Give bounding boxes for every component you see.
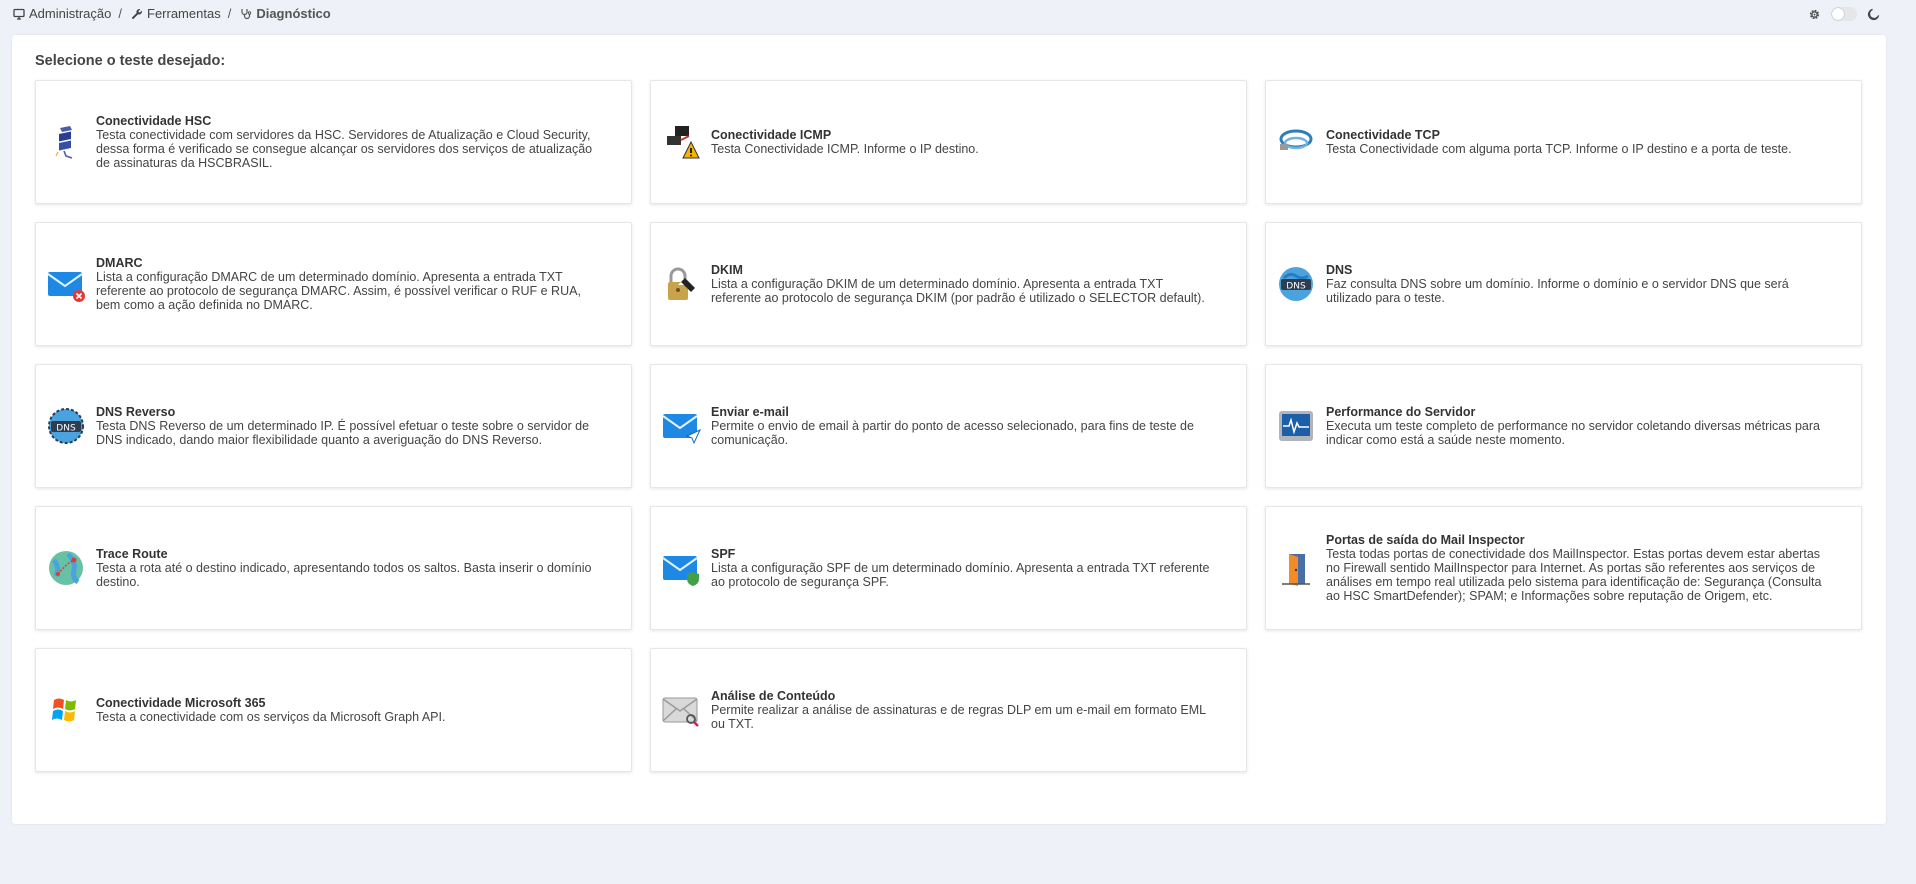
test-description: Testa conectividade com servidores da HS… xyxy=(96,128,593,170)
test-card-dkim[interactable]: DKIM Lista a configuração DKIM de um det… xyxy=(650,222,1247,346)
test-title: DNS xyxy=(1326,263,1353,277)
test-card-enviar-email[interactable]: Enviar e-mail Permite o envio de email à… xyxy=(650,364,1247,488)
breadcrumb-label: Diagnóstico xyxy=(256,6,331,21)
gear-icon[interactable] xyxy=(1808,8,1821,21)
wrench-icon xyxy=(132,8,142,19)
test-title: DKIM xyxy=(711,263,743,277)
test-grid: Conectividade HSC Testa conectividade co… xyxy=(35,80,1862,772)
test-description: Testa DNS Reverso de um determinado IP. … xyxy=(96,419,590,447)
test-description: Permite realizar a análise de assinatura… xyxy=(711,703,1206,731)
breadcrumb-item-diagnostico: Diagnóstico xyxy=(240,6,331,21)
test-card-conectividade-icmp[interactable]: Conectividade ICMP Testa Conectividade I… xyxy=(650,80,1247,204)
test-card-trace-route[interactable]: Trace Route Testa a rota até o destino i… xyxy=(35,506,632,630)
test-title: Portas de saída do Mail Inspector xyxy=(1326,533,1525,547)
mail-search-icon xyxy=(662,697,699,727)
test-card-dns[interactable]: DNS DNS Faz consulta DNS sobre um domíni… xyxy=(1265,222,1862,346)
stethoscope-icon xyxy=(241,8,252,19)
mail-shield-icon xyxy=(662,556,699,586)
test-description: Lista a configuração SPF de um determina… xyxy=(711,561,1210,589)
test-description: Testa Conectividade ICMP. Informe o IP d… xyxy=(711,142,979,156)
test-card-dns-reverso[interactable]: DNS DNS Reverso Testa DNS Reverso de um … xyxy=(35,364,632,488)
test-description: Testa a rota até o destino indicado, apr… xyxy=(96,561,592,589)
server-icon xyxy=(55,126,73,159)
test-card-conectividade-microsoft-365[interactable]: Conectividade Microsoft 365 Testa a cone… xyxy=(35,648,632,772)
windows-logo-icon xyxy=(52,698,76,722)
test-title: Análise de Conteúdo xyxy=(711,689,836,703)
test-title: Conectividade Microsoft 365 xyxy=(96,696,266,710)
cable-icon xyxy=(1279,129,1313,150)
toggle-knob xyxy=(1832,8,1844,20)
moon-icon[interactable] xyxy=(1867,8,1880,21)
top-controls xyxy=(1808,7,1880,21)
breadcrumb-label: Ferramentas xyxy=(147,6,221,21)
monitor-icon xyxy=(13,8,25,20)
test-description: Lista a configuração DMARC de um determi… xyxy=(96,270,581,312)
test-title: Trace Route xyxy=(96,547,168,561)
test-selection-panel: Selecione o teste desejado: Conectividad… xyxy=(12,35,1886,824)
test-description: Permite o envio de email à partir do pon… xyxy=(711,419,1194,447)
breadcrumb: Administração / Ferramentas / Diagnóstic… xyxy=(13,6,331,21)
test-title: Performance do Servidor xyxy=(1326,405,1476,419)
dns-reverse-icon: DNS xyxy=(48,408,84,444)
test-title: Enviar e-mail xyxy=(711,405,789,419)
test-card-dmarc[interactable]: DMARC Lista a configuração DMARC de um d… xyxy=(35,222,632,346)
test-description: Lista a configuração DKIM de um determin… xyxy=(711,277,1205,305)
mail-error-icon xyxy=(47,272,85,302)
breadcrumb-item-administracao[interactable]: Administração xyxy=(13,6,111,21)
test-description: Testa todas portas de conectividade dos … xyxy=(1326,547,1822,603)
test-description: Testa Conectividade com alguma porta TCP… xyxy=(1326,142,1792,156)
svg-text:DNS: DNS xyxy=(1286,281,1306,291)
dns-globe-icon: DNS xyxy=(1279,267,1313,301)
performance-monitor-icon xyxy=(1279,411,1313,441)
test-card-conectividade-tcp[interactable]: Conectividade TCP Testa Conectividade co… xyxy=(1265,80,1862,204)
test-card-performance-servidor[interactable]: Performance do Servidor Executa um teste… xyxy=(1265,364,1862,488)
padlock-pen-icon xyxy=(668,267,695,300)
test-description: Testa a conectividade com os serviços da… xyxy=(96,710,446,724)
breadcrumb-label: Administração xyxy=(29,6,112,21)
test-title: Conectividade HSC xyxy=(96,114,212,128)
breadcrumb-separator: / xyxy=(227,6,232,21)
test-card-portas-saida-mail-inspector[interactable]: Portas de saída do Mail Inspector Testa … xyxy=(1265,506,1862,630)
test-description: Faz consulta DNS sobre um domínio. Infor… xyxy=(1326,277,1789,305)
top-bar: Administração / Ferramentas / Diagnóstic… xyxy=(0,0,1916,30)
test-card-conectividade-hsc[interactable]: Conectividade HSC Testa conectividade co… xyxy=(35,80,632,204)
theme-toggle[interactable] xyxy=(1831,7,1857,21)
test-card-analise-conteudo[interactable]: Análise de Conteúdo Permite realizar a a… xyxy=(650,648,1247,772)
test-title: Conectividade ICMP xyxy=(711,128,832,142)
test-description: Executa um teste completo de performance… xyxy=(1326,419,1820,447)
door-icon xyxy=(1282,554,1310,586)
breadcrumb-separator: / xyxy=(118,6,122,21)
panel-title: Selecione o teste desejado: xyxy=(35,53,226,69)
test-title: Conectividade TCP xyxy=(1326,128,1440,142)
test-title: DNS Reverso xyxy=(96,405,176,419)
globe-route-icon xyxy=(49,551,83,585)
network-warning-icon xyxy=(667,126,700,159)
breadcrumb-item-ferramentas[interactable]: Ferramentas xyxy=(131,6,221,21)
test-card-spf[interactable]: SPF Lista a configuração SPF de um deter… xyxy=(650,506,1247,630)
test-title: DMARC xyxy=(96,256,143,270)
svg-text:DNS: DNS xyxy=(56,423,76,433)
mail-send-icon xyxy=(662,414,701,445)
test-title: SPF xyxy=(711,547,736,561)
